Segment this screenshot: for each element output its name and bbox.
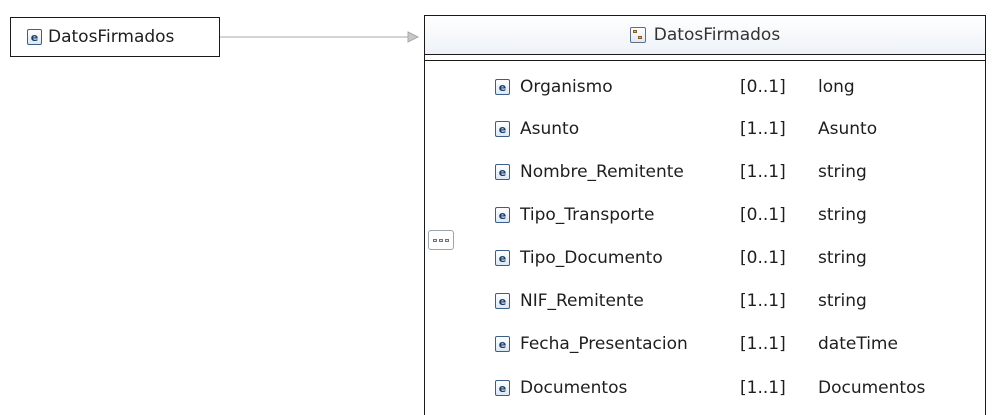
child-element-type: string [818, 162, 867, 182]
complex-type-header[interactable]: DatosFirmados [425, 16, 985, 55]
child-element-cardinality: [0..1] [740, 77, 786, 97]
child-element-row[interactable]: e Nombre_Remitente [1..1] string [495, 160, 867, 184]
child-element-row[interactable]: e NIF_Remitente [1..1] string [495, 289, 867, 313]
child-element-row[interactable]: e Asunto [1..1] Asunto [495, 117, 877, 141]
root-element-label: DatosFirmados [48, 27, 175, 47]
child-element-type: dateTime [818, 334, 898, 354]
child-element-name: Tipo_Transporte [520, 205, 655, 225]
element-icon: e [495, 336, 510, 352]
child-element-cardinality: [1..1] [740, 291, 786, 311]
child-element-name: Documentos [520, 378, 628, 398]
child-element-cardinality: [1..1] [740, 334, 786, 354]
child-element-type: string [818, 205, 867, 225]
sequence-dot [433, 238, 437, 242]
child-element-type: Asunto [818, 119, 878, 139]
element-icon: e [495, 164, 510, 180]
root-element-datosfirmados[interactable]: e DatosFirmados [10, 17, 220, 57]
element-icon: e [27, 29, 42, 45]
element-icon: e [495, 293, 510, 309]
child-element-name: Asunto [520, 119, 580, 139]
child-element-name: Organismo [520, 77, 613, 97]
child-element-name: NIF_Remitente [520, 291, 644, 311]
element-icon: e [495, 250, 510, 266]
element-icon: e [495, 79, 510, 95]
child-element-type: long [818, 77, 855, 97]
complex-type-body [425, 60, 985, 415]
element-icon: e [495, 121, 510, 137]
sequence-icon[interactable] [428, 230, 454, 250]
child-element-row[interactable]: e Tipo_Documento [0..1] string [495, 246, 867, 270]
child-element-row[interactable]: e Tipo_Transporte [0..1] string [495, 203, 867, 227]
child-element-cardinality: [1..1] [740, 162, 786, 182]
child-element-name: Fecha_Presentacion [520, 334, 688, 354]
child-element-row[interactable]: e Organismo [0..1] long [495, 75, 855, 99]
sequence-dot [445, 238, 449, 242]
child-element-row[interactable]: e Fecha_Presentacion [1..1] dateTime [495, 332, 898, 356]
child-element-name: Nombre_Remitente [520, 162, 684, 182]
child-element-cardinality: [0..1] [740, 248, 786, 268]
element-icon: e [495, 380, 510, 396]
element-icon: e [495, 207, 510, 223]
child-element-type: Documentos [818, 378, 926, 398]
child-element-cardinality: [0..1] [740, 205, 786, 225]
complex-type-icon [629, 27, 646, 43]
child-element-cardinality: [1..1] [740, 378, 786, 398]
child-element-cardinality: [1..1] [740, 119, 786, 139]
child-element-name: Tipo_Documento [520, 248, 663, 268]
child-element-type: string [818, 291, 867, 311]
sequence-dot [439, 238, 443, 242]
complex-type-title: DatosFirmados [653, 25, 781, 45]
child-element-row[interactable]: e Documentos [1..1] Documentos [495, 376, 925, 400]
child-element-type: string [818, 248, 867, 268]
